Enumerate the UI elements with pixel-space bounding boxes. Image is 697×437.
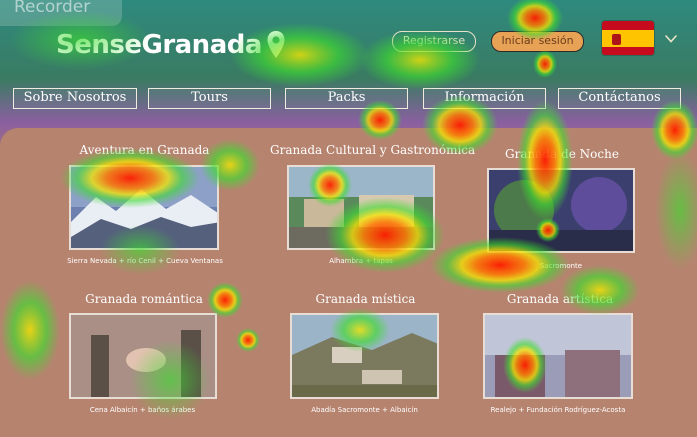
brand-name: SenseGranada [56, 30, 262, 60]
card-image-adventure[interactable] [69, 165, 219, 250]
login-button[interactable]: Iniciar sesión [491, 31, 584, 52]
nav-information[interactable]: Información [423, 88, 546, 109]
card-image-cultural[interactable] [287, 165, 435, 250]
card-title-mystic[interactable]: Granada mística [288, 292, 443, 306]
nav-tours[interactable]: Tours [148, 88, 271, 109]
card-image-artistic[interactable] [483, 313, 633, 399]
spain-flag-icon[interactable] [601, 20, 655, 56]
card-image-romantic[interactable] [69, 313, 217, 399]
card-caption-cultural: Alhambra + tapas [329, 257, 393, 265]
card-title-cultural[interactable]: Granada Cultural y Gastronómica [270, 143, 475, 157]
chevron-down-icon[interactable] [664, 32, 678, 46]
card-caption-romantic: Cena Albaicín + baños árabes [89, 406, 196, 414]
card-caption-mystic: Abadía Sacromonte + Albaicín [311, 406, 418, 414]
card-caption-night: Sacromonte [539, 262, 583, 270]
card-caption-adventure: Sierra Nevada + río Cenil + Cueva Ventan… [67, 257, 223, 265]
card-image-night[interactable] [487, 168, 635, 253]
brand-logo[interactable]: SenseGranada [56, 28, 286, 62]
card-caption-artistic: Realejo + Fundación Rodríguez-Acosta [490, 406, 626, 414]
card-image-mystic[interactable] [290, 313, 439, 399]
nav-packs[interactable]: Packs [285, 88, 408, 109]
recorder-tab[interactable]: Recorder [0, 0, 122, 26]
card-title-romantic[interactable]: Granada romántica [70, 292, 218, 306]
nav-contact[interactable]: Contáctanos [558, 88, 681, 109]
nav-about-us[interactable]: Sobre Nosotros [13, 88, 137, 109]
card-title-night[interactable]: Granada de Noche [488, 147, 636, 161]
register-button[interactable]: Registrarse [392, 31, 476, 52]
location-pin-icon [267, 31, 285, 58]
card-title-adventure[interactable]: Aventura en Granada [62, 143, 227, 157]
card-title-artistic[interactable]: Granada artística [490, 292, 630, 306]
